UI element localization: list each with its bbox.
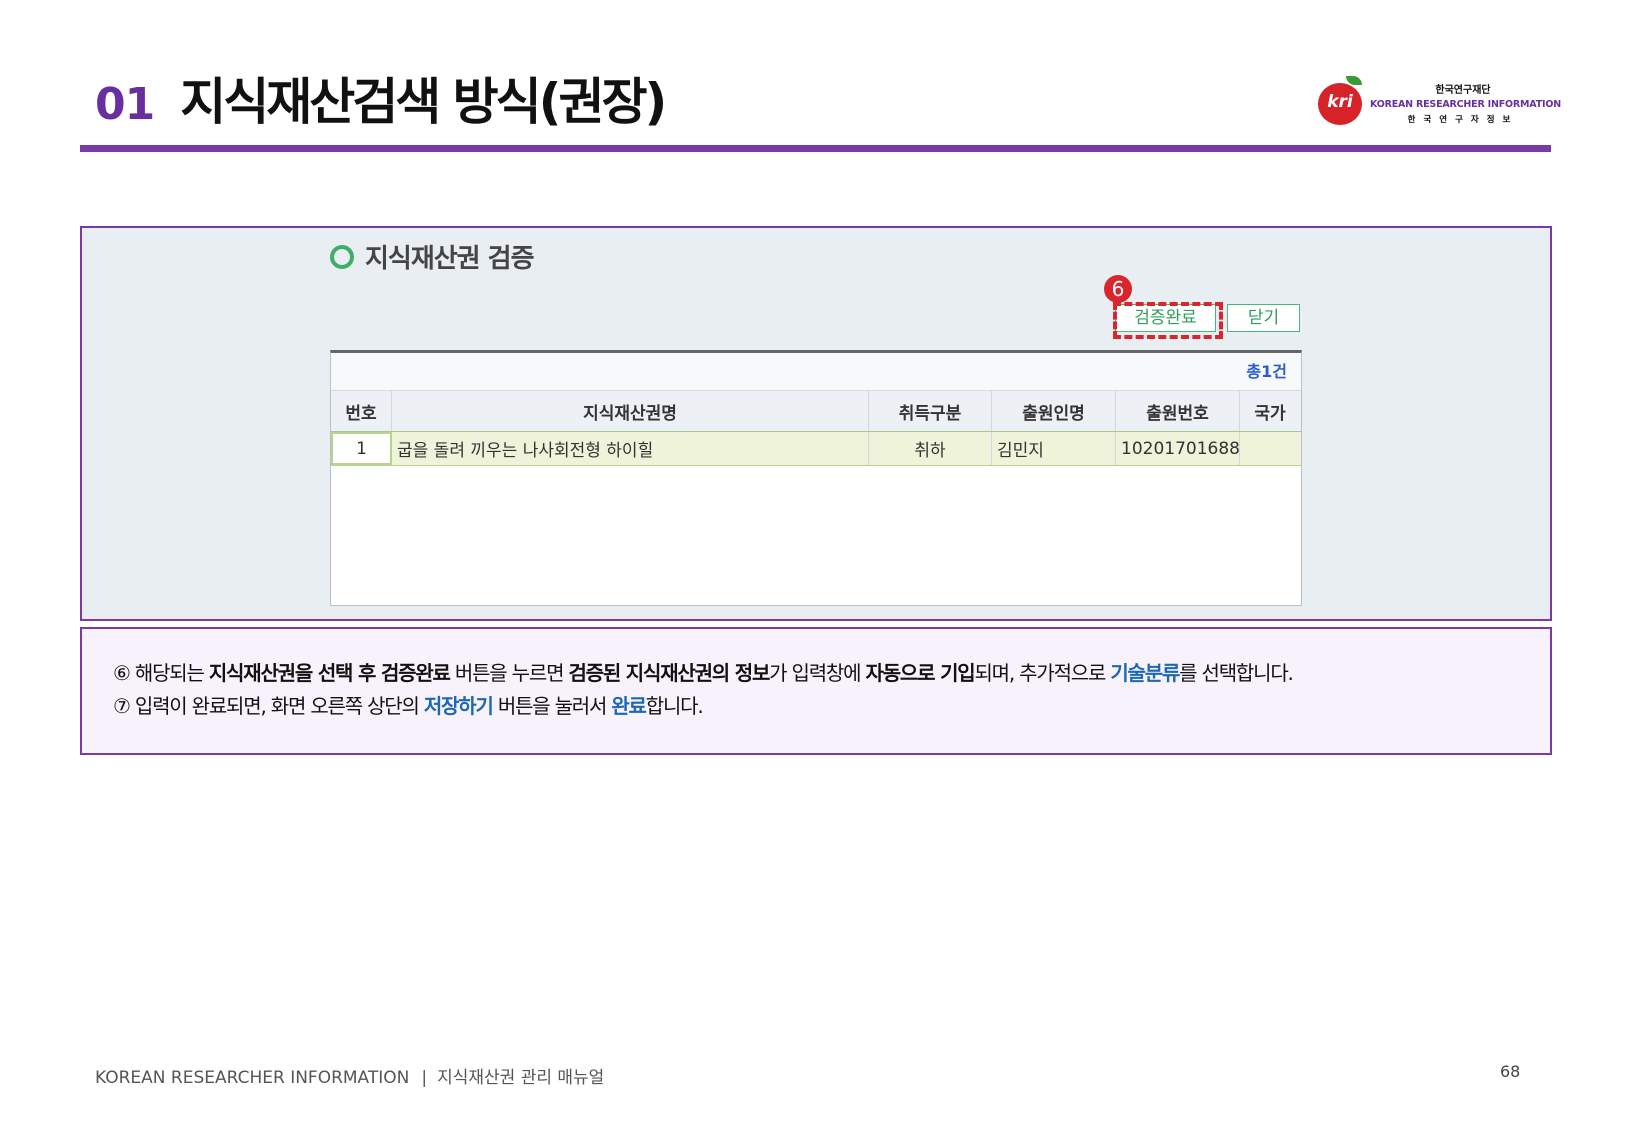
instruction-line-6: ⑥ 해당되는 지식재산권을 선택 후 검증완료 버튼을 누르면 검증된 지식재산… <box>113 657 1294 686</box>
text: 버튼을 눌러서 <box>492 694 612 718</box>
text: 가 입력창에 <box>769 661 866 685</box>
table-header: 번호 지식재산권명 취득구분 출원인명 출원번호 국가 <box>331 391 1301 432</box>
text: ⑥ 해당되는 <box>113 661 209 685</box>
circle-bullet-icon <box>330 244 354 269</box>
highlight-box <box>1113 302 1223 339</box>
highlight: 저장하기 <box>423 694 494 718</box>
table-row[interactable]: 1 굽을 돌려 끼우는 나사회전형 하이힐 취하 김민지 10201701688 <box>331 432 1301 466</box>
section-number: 01 <box>95 79 155 130</box>
text: 를 선택합니다. <box>1179 661 1294 685</box>
header-divider <box>80 145 1551 152</box>
text: 합니다. <box>645 694 704 718</box>
close-button[interactable]: 닫기 <box>1227 304 1300 332</box>
country-cell[interactable] <box>1240 432 1300 465</box>
text: ⑦ 입력이 완료되면, 화면 오른쪽 상단의 <box>113 694 424 718</box>
page-header: 01 지식재산검색 방식(권장) <box>95 62 667 132</box>
column-header[interactable]: 출원인명 <box>992 391 1116 431</box>
emphasis: 지식재산권을 선택 후 검증완료 <box>208 661 451 685</box>
logo-korean-subtitle: 한국연구자정보 <box>1407 115 1519 125</box>
column-header[interactable]: 국가 <box>1240 391 1300 431</box>
screenshot-panel: 지식재산권 검증 6 검증완료 닫기 총1건 번호 지식재산권명 취득구분 출원… <box>80 226 1552 621</box>
column-header[interactable]: 번호 <box>331 391 392 431</box>
ip-name-cell[interactable]: 굽을 돌려 끼우는 나사회전형 하이힐 <box>392 432 869 465</box>
applicant-cell[interactable]: 김민지 <box>992 432 1116 465</box>
instruction-line-7: ⑦ 입력이 완료되면, 화면 오른쪽 상단의 저장하기 버튼을 눌러서 완료합니… <box>113 690 704 719</box>
footer-org: KOREAN RESEARCHER INFORMATION <box>95 1068 410 1088</box>
instruction-box: ⑥ 해당되는 지식재산권을 선택 후 검증완료 버튼을 누르면 검증된 지식재산… <box>80 627 1552 755</box>
page-number: 68 <box>1500 1062 1521 1081</box>
logo-mark: kri <box>1327 92 1353 112</box>
emphasis: 검증된 지식재산권의 정보 <box>568 661 770 685</box>
section-title: 지식재산권 검증 <box>365 244 534 274</box>
logo-english-name: KOREAN RESEARCHER INFORMATION <box>1370 99 1561 110</box>
column-header[interactable]: 출원번호 <box>1116 391 1240 431</box>
application-number-cell[interactable]: 10201701688 <box>1116 432 1240 465</box>
kri-logo: kri 한국연구재단 KOREAN RESEARCHER INFORMATION… <box>1318 76 1561 128</box>
highlight: 기술분류 <box>1110 661 1180 685</box>
footer-doc-title: 지식재산권 관리 매뉴얼 <box>437 1068 605 1088</box>
column-header[interactable]: 취득구분 <box>869 391 992 431</box>
section-heading: 지식재산권 검증 <box>330 238 534 275</box>
acquisition-type-cell[interactable]: 취하 <box>869 432 992 465</box>
highlight: 완료 <box>611 694 647 718</box>
total-count: 총1건 <box>331 353 1301 391</box>
step-6-badge: 6 <box>1104 275 1132 303</box>
row-number-cell[interactable]: 1 <box>331 432 392 465</box>
text: 버튼을 누르면 <box>449 661 569 685</box>
column-header[interactable]: 지식재산권명 <box>392 391 869 431</box>
emphasis: 자동으로 기입 <box>865 661 976 685</box>
ip-results-table: 총1건 번호 지식재산권명 취득구분 출원인명 출원번호 국가 1 굽을 돌려 … <box>330 350 1302 606</box>
logo-korean-name: 한국연구재단 <box>1435 85 1491 96</box>
footer-separator: | <box>421 1068 428 1088</box>
text: 되며, 추가적으로 <box>974 661 1111 685</box>
page-title: 지식재산검색 방식(권장) <box>180 73 667 131</box>
footer: KOREAN RESEARCHER INFORMATION | 지식재산권 관리 매… <box>95 1063 604 1088</box>
